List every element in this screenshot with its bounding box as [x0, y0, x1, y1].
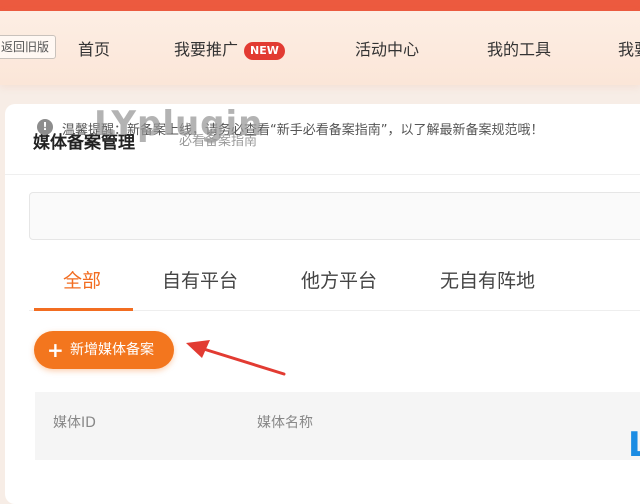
column-header-media-name: 媒体名称 [257, 415, 313, 431]
plus-icon: + [47, 338, 64, 362]
nav-item-home[interactable]: 首页 [78, 36, 110, 60]
top-accent-strip [0, 0, 640, 11]
add-media-filing-button[interactable]: + 新增媒体备案 [34, 331, 174, 369]
nav-item-more[interactable]: 我要 [618, 36, 640, 60]
pointer-arrow-icon [186, 340, 286, 376]
back-to-old-version-button[interactable]: 返回旧版 [0, 35, 57, 59]
table-header: 媒体ID 媒体名称 [35, 392, 640, 460]
tab-no-own-platform[interactable]: 无自有阵地 [440, 266, 535, 293]
info-icon: ! [37, 119, 53, 135]
top-navigation-bar: 返回旧版 首页 我要推广 NEW 活动中心 我的工具 我要 [0, 11, 640, 85]
tab-all[interactable]: 全部 [63, 266, 101, 293]
add-media-filing-label: 新增媒体备案 [70, 342, 154, 358]
corner-logo-mark: L [628, 425, 640, 465]
main-card: 媒体备案管理 必看备案指南 ! 温馨提醒：新备案上线，请务必查看“新手必看备案指… [5, 104, 640, 504]
nav-item-my-tools[interactable]: 我的工具 [487, 36, 551, 60]
active-tab-indicator [34, 308, 133, 311]
nav-item-activity-center[interactable]: 活动中心 [355, 36, 419, 60]
watermark: LYplugin [94, 104, 264, 144]
tab-own-platform[interactable]: 自有平台 [162, 266, 238, 293]
notice-banner [29, 192, 640, 240]
new-badge: NEW [244, 42, 285, 60]
tab-third-party-platform[interactable]: 他方平台 [301, 266, 377, 293]
column-header-media-id: 媒体ID [53, 415, 96, 431]
nav-item-promote[interactable]: 我要推广 NEW [174, 36, 285, 60]
title-divider [5, 174, 640, 175]
nav-item-promote-label: 我要推广 [174, 40, 239, 59]
